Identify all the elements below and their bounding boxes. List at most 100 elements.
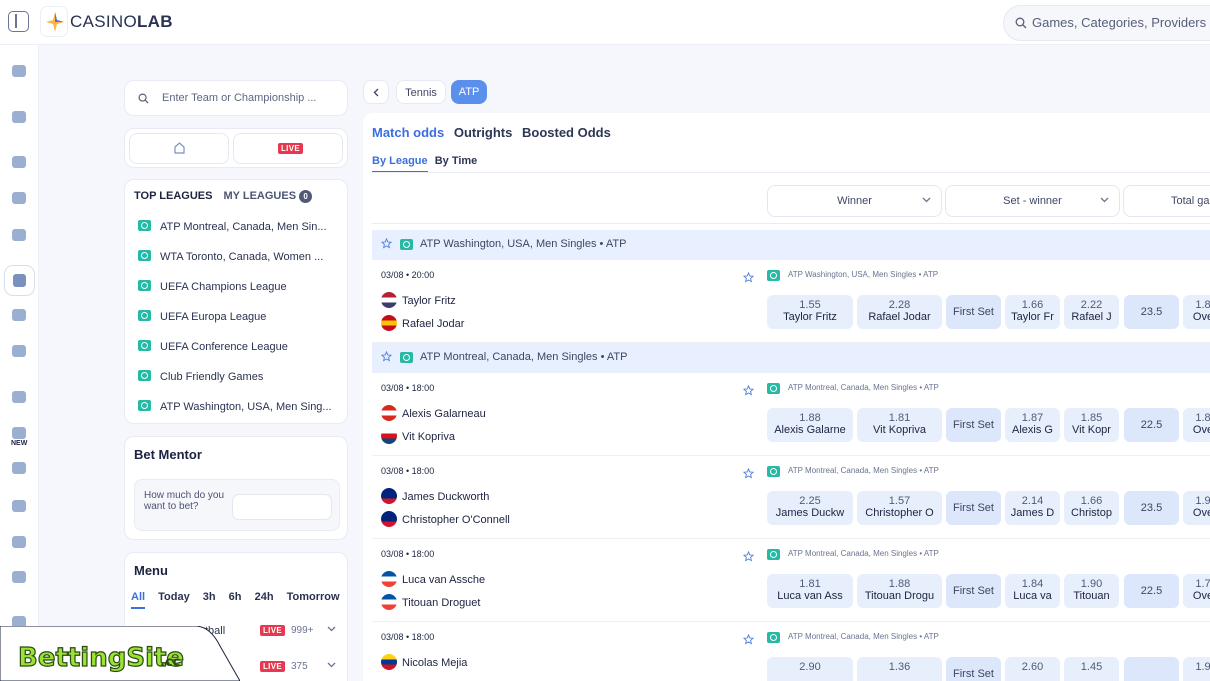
- chat-icon[interactable]: [12, 229, 26, 241]
- odd-value: 1.36: [888, 661, 911, 673]
- odd-button-set-away[interactable]: 2.22 Rafael J: [1064, 295, 1119, 329]
- star-icon[interactable]: [742, 633, 755, 645]
- odd-button-set-home[interactable]: 1.87 Alexis G: [1005, 408, 1060, 442]
- odd-button-set-home[interactable]: 1.66 Taylor Fr: [1005, 295, 1060, 329]
- vip-icon[interactable]: [12, 462, 26, 474]
- league-item[interactable]: ATP Montreal, Canada, Men Sin...: [138, 220, 338, 233]
- favorite-star[interactable]: [742, 383, 755, 401]
- tab-outrights[interactable]: Outrights: [454, 125, 513, 140]
- breadcrumb-tennis[interactable]: Tennis: [396, 80, 446, 104]
- filter-tomorrow[interactable]: Tomorrow: [287, 591, 340, 603]
- brand-name[interactable]: CASINOLAB: [70, 12, 173, 32]
- filter-24h[interactable]: 24h: [255, 591, 274, 603]
- gift-icon[interactable]: [12, 427, 26, 439]
- shield-icon[interactable]: [12, 500, 26, 512]
- live-video-icon[interactable]: [12, 345, 26, 357]
- odd-value: 1.45: [1080, 661, 1103, 673]
- favorite-star[interactable]: [380, 350, 393, 365]
- odd-button-away[interactable]: 2.28 Rafael Jodar: [857, 295, 942, 329]
- leagues-card: TOP LEAGUES MY LEAGUES 0 ATP Montreal, Ca…: [124, 179, 348, 424]
- breadcrumb-atp[interactable]: ATP: [451, 80, 487, 104]
- star-icon[interactable]: [380, 237, 393, 249]
- slots-icon[interactable]: [12, 192, 26, 204]
- tab-match-odds[interactable]: Match odds: [372, 125, 444, 140]
- odd-button-away[interactable]: 1.57 Christopher O: [857, 491, 942, 525]
- star-icon[interactable]: [742, 271, 755, 283]
- odd-button-home[interactable]: 1.88 Alexis Galarne: [767, 408, 853, 442]
- favorite-star[interactable]: [380, 237, 393, 252]
- filter-all[interactable]: All: [131, 591, 146, 609]
- event-row[interactable]: 03/08 • 18:00 Nicolas Mejia ATP Montreal, …: [372, 622, 1210, 681]
- odd-button-home[interactable]: 1.55 Taylor Fritz: [767, 295, 853, 329]
- market-select-winner[interactable]: Winner: [767, 185, 942, 217]
- event-row[interactable]: 03/08 • 18:00 Luca van Assche Titouan Drog…: [372, 539, 1210, 622]
- star-icon[interactable]: [742, 550, 755, 562]
- odd-button-over[interactable]: 1.9Ove: [1183, 491, 1210, 525]
- odd-label: Christopher O: [865, 507, 934, 519]
- star-icon[interactable]: [742, 384, 755, 396]
- odd-button-over[interactable]: 1.7Ove: [1183, 574, 1210, 608]
- first-set-label: First Set: [946, 657, 1001, 681]
- odd-button-set-home[interactable]: 2.14 James D: [1005, 491, 1060, 525]
- casino-chip-icon[interactable]: [12, 156, 26, 168]
- odd-button-away[interactable]: 1.81 Vit Kopriva: [857, 408, 942, 442]
- sportsbook-icon[interactable]: [4, 265, 35, 296]
- odd-button-set-away[interactable]: 1.85 Vit Kopr: [1064, 408, 1119, 442]
- odd-button-away[interactable]: 1.88 Titouan Drogu: [857, 574, 942, 608]
- tab-top-leagues[interactable]: TOP LEAGUES: [134, 190, 212, 202]
- league-item[interactable]: UEFA Conference League: [138, 340, 338, 353]
- odd-button-set-away[interactable]: 1.45: [1064, 657, 1119, 681]
- back-button[interactable]: [363, 80, 389, 104]
- promo-icon[interactable]: [12, 65, 26, 77]
- odd-button-home[interactable]: 1.81 Luca van Ass: [767, 574, 853, 608]
- trophy-icon[interactable]: [12, 536, 26, 548]
- stats-icon[interactable]: [12, 309, 26, 321]
- team-search-input[interactable]: Enter Team or Championship ...: [124, 80, 348, 116]
- market-select-total-games[interactable]: Total ga: [1123, 185, 1210, 217]
- global-search-input[interactable]: Games, Categories, Providers: [1003, 5, 1210, 41]
- tab-by-league[interactable]: By League: [372, 155, 428, 173]
- league-item[interactable]: UEFA Europa League: [138, 310, 338, 323]
- total-games-value: 22.5: [1140, 585, 1163, 597]
- odd-button-away[interactable]: 1.36: [857, 657, 942, 681]
- live-button[interactable]: LIVE: [233, 133, 343, 164]
- star-icon[interactable]: [742, 467, 755, 479]
- league-item[interactable]: UEFA Champions League: [138, 280, 338, 293]
- tab-by-time[interactable]: By Time: [435, 155, 478, 167]
- odd-button-set-away[interactable]: 1.90 Titouan: [1064, 574, 1119, 608]
- event-row[interactable]: 03/08 • 18:00 Alexis Galarneau Vit Kopriva…: [372, 373, 1210, 456]
- tab-boosted-odds[interactable]: Boosted Odds: [522, 125, 611, 140]
- favorite-star[interactable]: [742, 549, 755, 567]
- tab-my-leagues[interactable]: MY LEAGUES 0: [224, 190, 313, 203]
- sidebar-toggle-icon[interactable]: [8, 11, 29, 32]
- filter-3h[interactable]: 3h: [203, 591, 216, 603]
- odd-button-set-away[interactable]: 1.66 Christop: [1064, 491, 1119, 525]
- home-icon[interactable]: [12, 111, 26, 123]
- filter-today[interactable]: Today: [158, 591, 190, 603]
- event-row[interactable]: 03/08 • 20:00 Taylor Fritz Rafael Jodar ATP…: [372, 260, 1210, 343]
- league-item[interactable]: WTA Toronto, Canada, Women ...: [138, 250, 338, 263]
- favorite-star[interactable]: [742, 466, 755, 484]
- league-group-header[interactable]: ATP Montreal, Canada, Men Singles • ATP: [372, 343, 1210, 373]
- favorite-star[interactable]: [742, 270, 755, 288]
- league-item[interactable]: ATP Washington, USA, Men Sing...: [138, 400, 338, 413]
- odd-button-over[interactable]: 1.9: [1183, 657, 1210, 681]
- odd-button-set-home[interactable]: 1.84 Luca va: [1005, 574, 1060, 608]
- odd-button-set-home[interactable]: 2.60: [1005, 657, 1060, 681]
- odd-button-home[interactable]: 2.25 James Duckw: [767, 491, 853, 525]
- crown-icon[interactable]: [12, 571, 26, 583]
- league-group-header[interactable]: ATP Washington, USA, Men Singles • ATP: [372, 230, 1210, 260]
- odd-button-over[interactable]: 1.8Ove: [1183, 408, 1210, 442]
- filter-6h[interactable]: 6h: [229, 591, 242, 603]
- star-icon[interactable]: [380, 350, 393, 362]
- league-item[interactable]: Club Friendly Games: [138, 370, 338, 383]
- odd-button-over[interactable]: 1.8Ove: [1183, 295, 1210, 329]
- target-icon[interactable]: [12, 391, 26, 403]
- odd-button-home[interactable]: 2.90: [767, 657, 853, 681]
- market-select-set-winner[interactable]: Set - winner: [945, 185, 1120, 217]
- favorite-star[interactable]: [742, 632, 755, 650]
- logo-badge[interactable]: [40, 6, 68, 37]
- bet-amount-input[interactable]: [232, 494, 332, 520]
- event-row[interactable]: 03/08 • 18:00 James Duckworth Christopher …: [372, 456, 1210, 539]
- home-button[interactable]: [129, 133, 229, 164]
